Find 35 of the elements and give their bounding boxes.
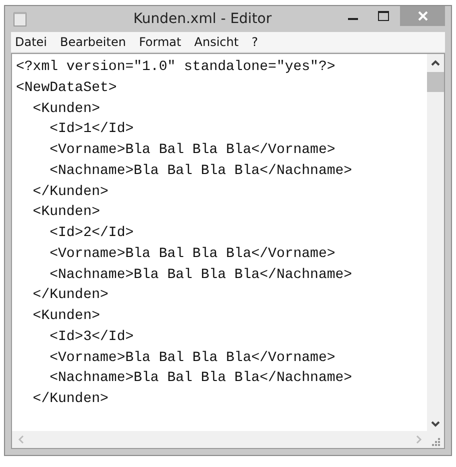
scroll-left-icon[interactable] [18,435,24,444]
code-line: <Kunden> [32,307,102,326]
code-line: <Kunden> [32,203,102,222]
resize-grip-icon[interactable] [432,438,440,446]
notepad-icon [13,11,27,27]
window-title: Kunden.xml - Editor [132,11,273,27]
minimize-icon [348,18,358,20]
menu-item[interactable]: ? [252,35,258,49]
code-line: </Kunden> [32,286,110,306]
menu-item[interactable]: Ansicht [194,35,239,49]
code-line: <Id>3</Id> [48,328,135,347]
menu-item[interactable]: Format [138,35,182,49]
menu-item[interactable]: Datei [15,35,48,49]
vertical-scrollbar[interactable] [427,54,444,431]
code-line: <Id>1</Id> [48,120,135,140]
scrollbar-thumb[interactable] [427,72,444,92]
maximize-icon [378,11,388,21]
code-line: <Vorname>Bla Bal Bla Bla</Vorname> [48,244,336,264]
code-line: </Kunden> [32,390,110,409]
menu-item[interactable]: Bearbeiten [60,35,126,49]
scroll-right-icon[interactable] [416,435,422,444]
code-line: <Kunden> [32,100,102,118]
code-line: <Vorname>Bla Bal Bla Bla</Vorname> [48,348,336,368]
code-line: <NewDataSet> [16,78,118,98]
code-line: </Kunden> [32,182,110,202]
code-line: <Nachname>Bla Bal Bla Bla</Nachname> [48,369,354,388]
code-line: <Nachname>Bla Bal Bla Bla</Nachname> [48,162,354,181]
code-line: <Vorname>Bla Bal Bla Bla</Vorname> [48,141,336,160]
code-line: <Nachname>Bla Bal Bla Bla</Nachname> [48,266,354,284]
close-icon [418,11,428,21]
code-line: <?xml version="1.0" standalone="yes"?> [16,58,336,77]
scroll-up-icon[interactable] [431,60,440,66]
scroll-down-icon[interactable] [431,421,440,427]
horizontal-scrollbar[interactable] [12,431,444,448]
code-line: <Id>2</Id> [48,224,135,243]
